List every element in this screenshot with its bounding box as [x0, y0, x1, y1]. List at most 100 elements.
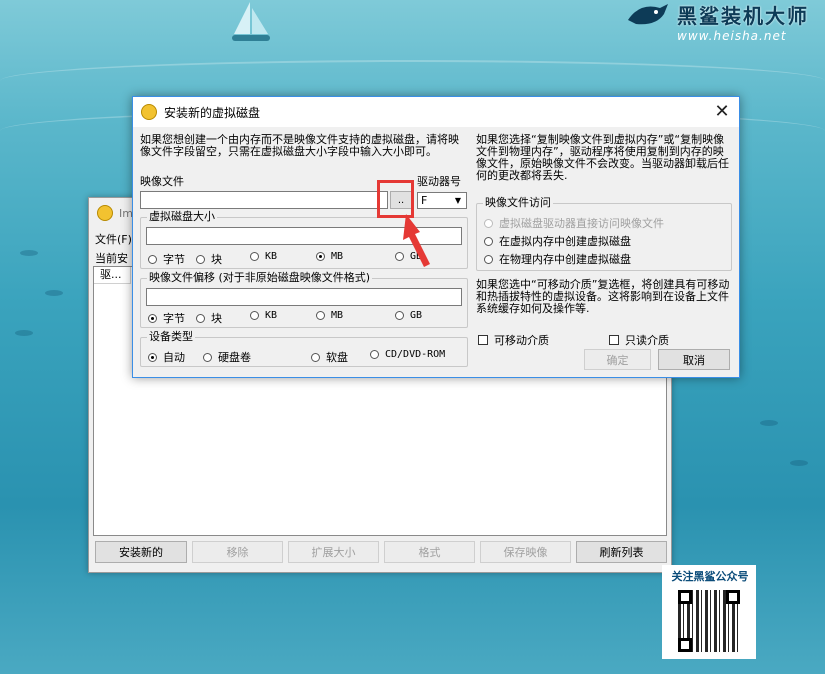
qr-corner [726, 590, 740, 604]
size-unit-blocks-radio[interactable]: 块 [196, 251, 222, 267]
radio-indicator-selected [148, 352, 157, 362]
qr-corner [678, 590, 692, 604]
radio-label: CD/DVD-ROM [385, 349, 446, 360]
main-button-bar: 安装新的 移除 扩展大小 格式 保存映像 刷新列表 [95, 541, 667, 563]
right-info-text: 如果您选择“复制映像文件到虚拟内存”或“复制映像文件到物理内存”，驱动程序将使用… [476, 133, 729, 182]
radio-label: GB [410, 310, 423, 321]
shark-logo-icon [628, 4, 668, 25]
disk-size-group-label: 虚拟磁盘大小 [147, 210, 217, 224]
radio-indicator [148, 254, 157, 264]
radio-label: 字节 [163, 312, 185, 325]
brand-name: 黑鲨装机大师 [677, 4, 809, 28]
image-file-input[interactable] [140, 191, 388, 209]
offset-unit-blocks-radio[interactable]: 块 [196, 310, 222, 326]
radio-indicator [484, 218, 493, 228]
radio-label: 硬盘卷 [218, 351, 251, 364]
radio-indicator [250, 311, 259, 320]
radio-label: MB [331, 251, 344, 262]
radio-label: MB [331, 310, 344, 321]
save-image-button[interactable]: 保存映像 [480, 541, 571, 563]
access-direct-radio[interactable]: 虚拟磁盘驱动器直接访问映像文件 [484, 215, 664, 231]
access-physical-memory-radio[interactable]: 在物理内存中创建虚拟磁盘 [484, 251, 631, 267]
close-icon[interactable]: ✕ [711, 101, 733, 123]
offset-unit-mb-radio[interactable]: MB [316, 310, 343, 321]
qr-corner [678, 638, 692, 652]
device-type-cdrom-radio[interactable]: CD/DVD-ROM [370, 349, 445, 360]
radio-indicator [196, 254, 205, 264]
dialog-title: 安装新的虚拟磁盘 [164, 105, 261, 120]
drive-letter-select[interactable]: F ▼ [417, 192, 467, 209]
fish-decoration [20, 250, 38, 256]
main-window-title: Im [119, 206, 133, 220]
radio-indicator [316, 311, 325, 320]
list-header-drive[interactable]: 驱... [94, 267, 131, 284]
readonly-media-checkbox[interactable]: 只读介质 [609, 332, 669, 348]
radio-label: 软盘 [326, 351, 348, 364]
removable-media-checkbox[interactable]: 可移动介质 [478, 332, 549, 348]
offset-input[interactable] [146, 288, 462, 306]
device-type-hdd-radio[interactable]: 硬盘卷 [203, 349, 251, 365]
device-type-auto-radio[interactable]: 自动 [148, 349, 185, 365]
radio-label: KB [265, 251, 278, 262]
brand: 黑鲨装机大师 www.heisha.net [677, 0, 809, 43]
checkbox-label: 可移动介质 [494, 334, 549, 347]
device-type-floppy-radio[interactable]: 软盘 [311, 349, 348, 365]
fish-decoration [45, 290, 63, 296]
menu-file[interactable]: 文件(F) [95, 231, 132, 247]
radio-label: 块 [211, 253, 222, 266]
size-unit-bytes-radio[interactable]: 字节 [148, 251, 185, 267]
size-unit-mb-radio[interactable]: MB [316, 251, 343, 262]
radio-indicator [203, 352, 212, 362]
removable-info-text: 如果您选中“可移动介质”复选框，将创建具有可移动和热插拔特性的虚拟设备。这将影响… [476, 278, 730, 315]
install-virtual-disk-dialog: 安装新的虚拟磁盘 ✕ 如果您想创建一个由内存而不是映像文件支持的虚拟磁盘，请将映… [132, 96, 740, 378]
fish-decoration [15, 330, 33, 336]
chevron-down-icon: ▼ [454, 196, 462, 205]
radio-label: KB [265, 310, 278, 321]
app-icon [97, 205, 113, 221]
left-info-text: 如果您想创建一个由内存而不是映像文件支持的虚拟磁盘，请将映像文件字段留空，只需在… [140, 133, 459, 158]
refresh-list-button[interactable]: 刷新列表 [576, 541, 667, 563]
app-icon [141, 104, 157, 120]
dialog-titlebar: 安装新的虚拟磁盘 [133, 97, 739, 128]
radio-indicator-selected [316, 252, 325, 261]
radio-label: 虚拟磁盘驱动器直接访问映像文件 [499, 217, 664, 230]
radio-indicator [311, 352, 320, 362]
radio-label: 字节 [163, 253, 185, 266]
radio-indicator [370, 350, 379, 359]
ok-button[interactable]: 确定 [584, 349, 651, 370]
access-virtual-memory-radio[interactable]: 在虚拟内存中创建虚拟磁盘 [484, 233, 631, 249]
radio-indicator [196, 313, 205, 323]
offset-group-label: 映像文件偏移 (对于非原始磁盘映像文件格式) [147, 271, 373, 285]
remove-button[interactable]: 移除 [192, 541, 283, 563]
sailboat-icon [232, 2, 270, 41]
radio-indicator [484, 236, 493, 246]
offset-unit-bytes-radio[interactable]: 字节 [148, 310, 185, 326]
radio-indicator [484, 254, 493, 264]
fish-decoration [790, 460, 808, 466]
device-type-group-label: 设备类型 [147, 330, 195, 344]
checkbox-box [478, 335, 488, 345]
extend-size-button[interactable]: 扩展大小 [288, 541, 379, 563]
qr-title: 关注黑鲨公众号 [671, 570, 749, 583]
format-button[interactable]: 格式 [384, 541, 475, 563]
drive-letter-label: 驱动器号 [417, 175, 461, 188]
radio-indicator [395, 311, 404, 320]
checkbox-box [609, 335, 619, 345]
brand-url: www.heisha.net [677, 29, 787, 43]
image-file-label: 映像文件 [140, 175, 184, 188]
radio-label: 在虚拟内存中创建虚拟磁盘 [499, 235, 631, 248]
current-label: 当前安 [95, 252, 128, 265]
radio-indicator-selected [148, 313, 157, 323]
size-unit-kb-radio[interactable]: KB [250, 251, 277, 262]
offset-unit-kb-radio[interactable]: KB [250, 310, 277, 321]
install-new-button[interactable]: 安装新的 [95, 541, 187, 563]
radio-label: 块 [211, 312, 222, 325]
offset-unit-gb-radio[interactable]: GB [395, 310, 422, 321]
radio-label: 自动 [163, 351, 185, 364]
image-access-group-label: 映像文件访问 [483, 196, 553, 210]
radio-indicator [250, 252, 259, 261]
radio-label: 在物理内存中创建虚拟磁盘 [499, 253, 631, 266]
cancel-button[interactable]: 取消 [658, 349, 730, 370]
arrow-annotation-icon [403, 214, 430, 267]
drive-letter-value: F [421, 194, 428, 207]
